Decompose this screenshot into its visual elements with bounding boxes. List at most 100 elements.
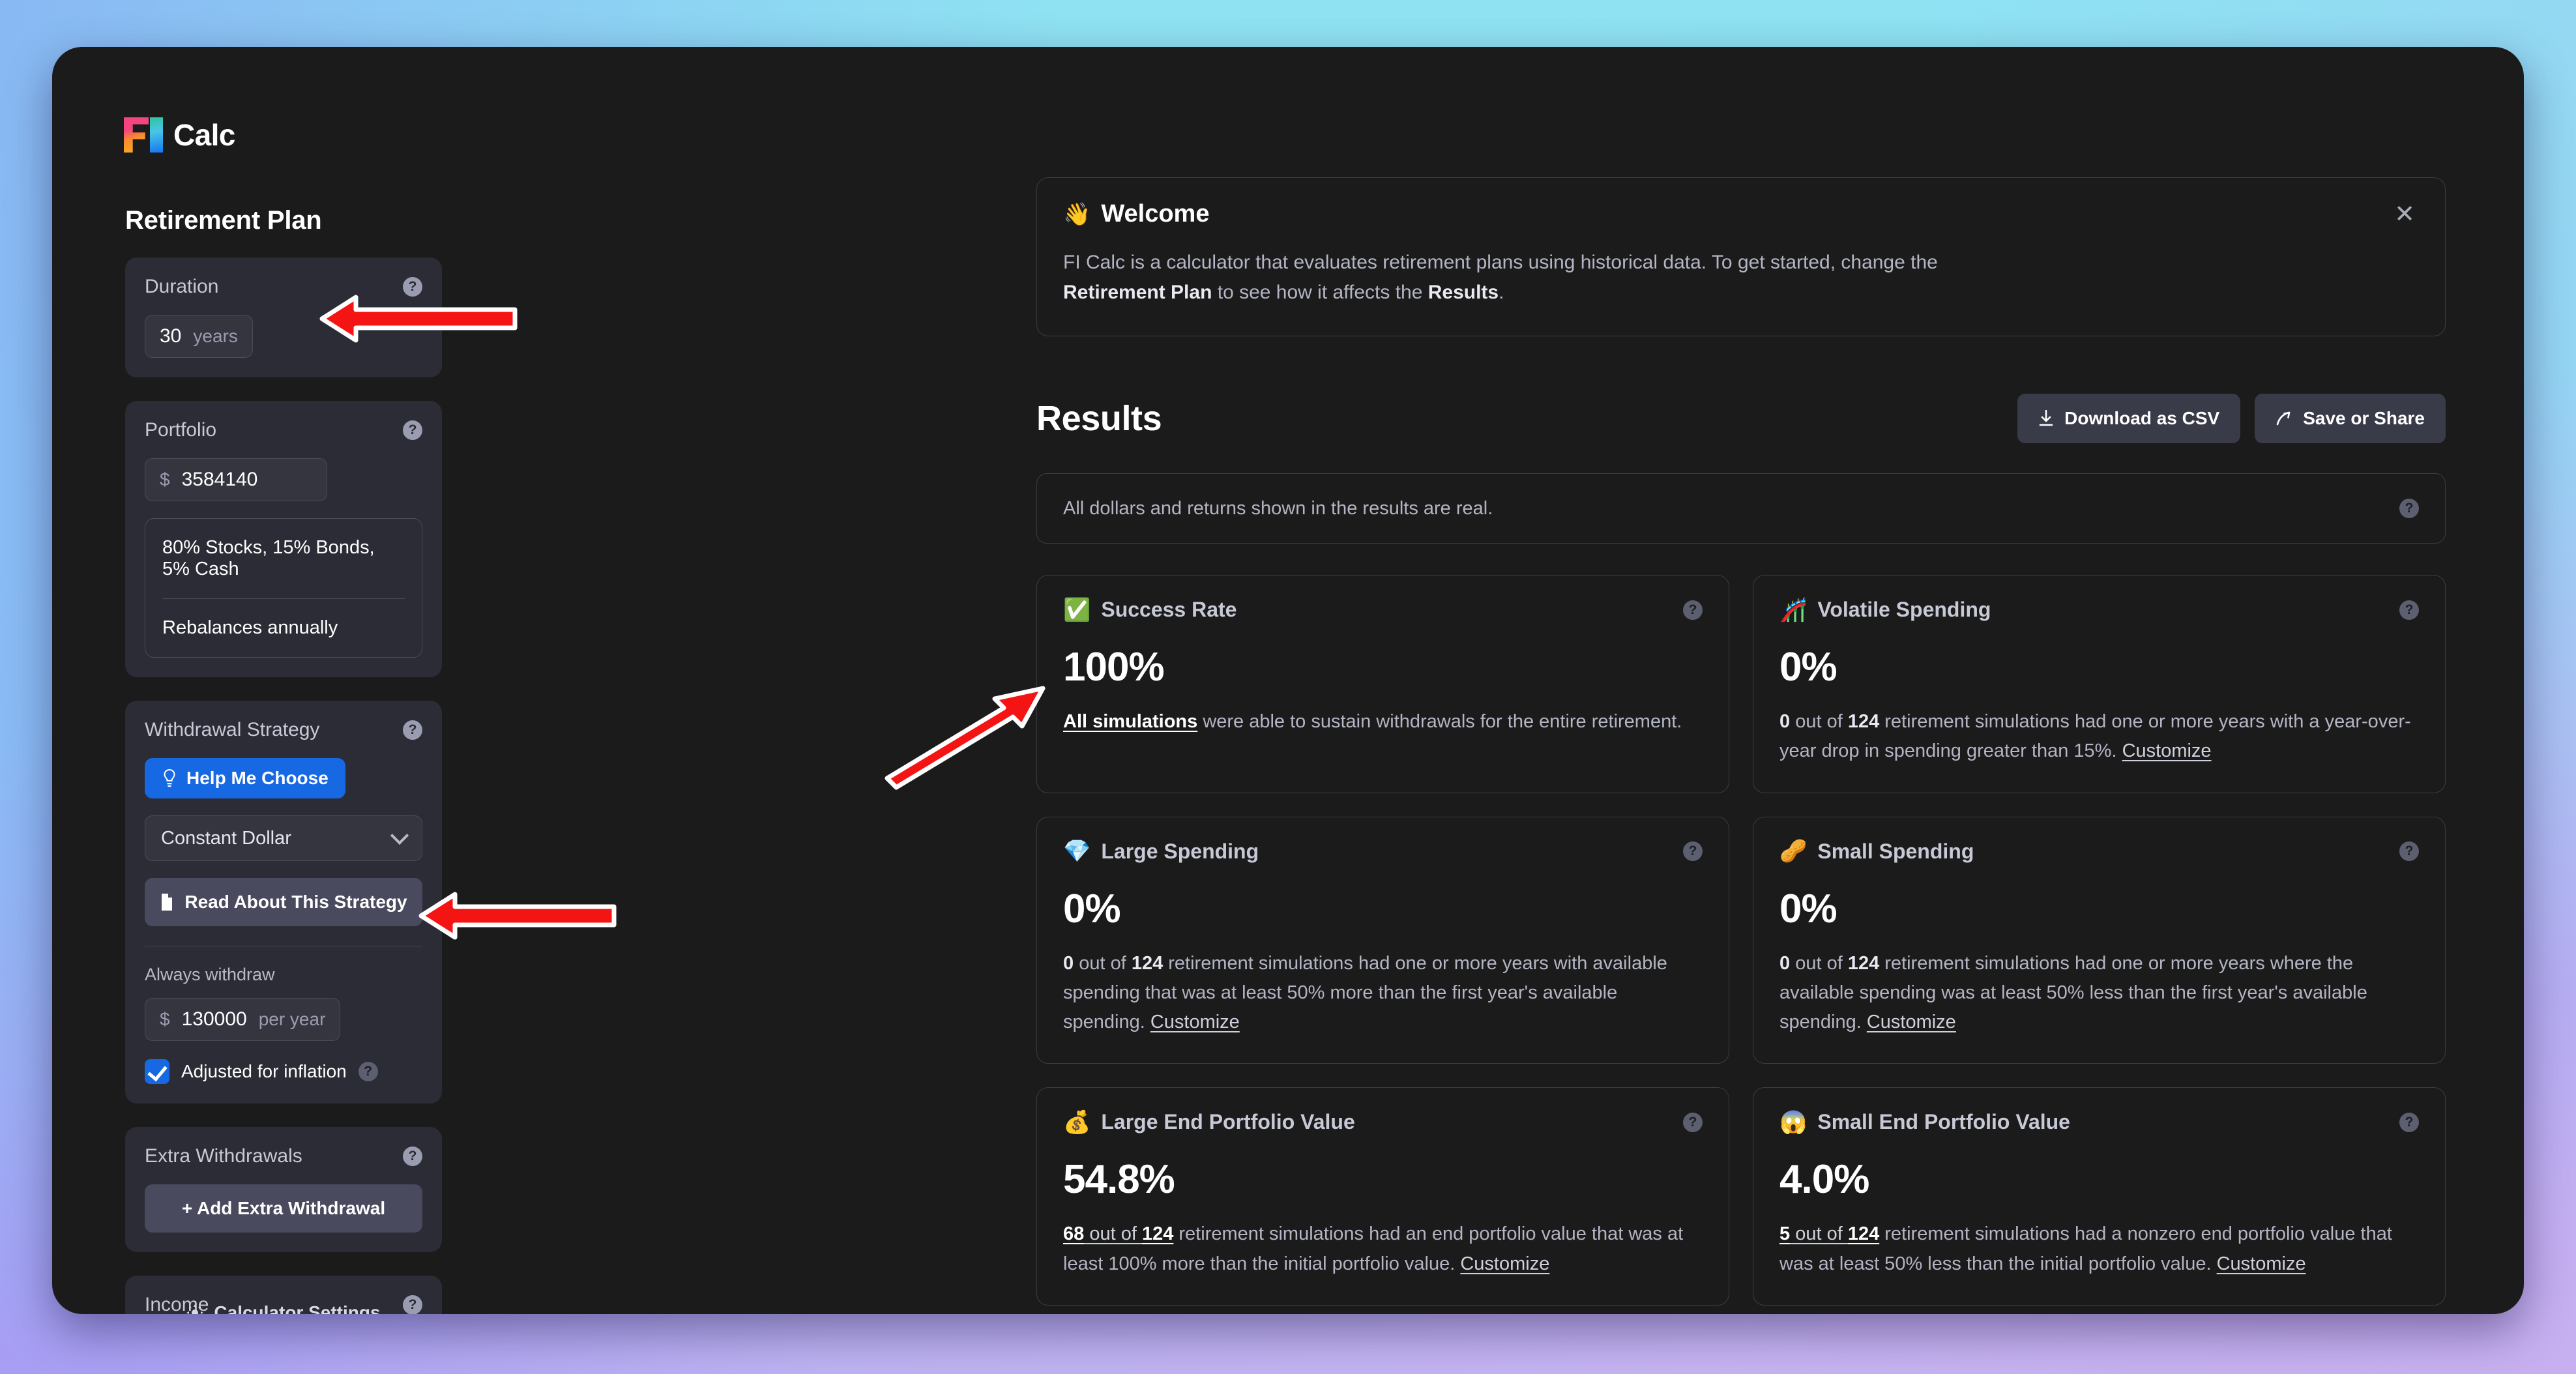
results-notice-text: All dollars and returns shown in the res… [1063, 497, 1493, 519]
success-rate-description: All simulations were able to sustain wit… [1063, 707, 1703, 737]
welcome-text-2: to see how it affects the [1212, 281, 1428, 303]
duration-card: Duration ? 30 years [125, 257, 442, 377]
withdrawal-amount-input[interactable]: $ 130000 per year [145, 998, 341, 1041]
extra-withdrawals-header: Extra Withdrawals ? [145, 1145, 422, 1167]
results-header: Results Download as CSV Save or Share [1036, 394, 2446, 444]
customize-link[interactable]: Customize [1150, 1012, 1240, 1032]
welcome-bold-results: Results [1427, 281, 1499, 303]
dollar-sign-icon: $ [160, 1009, 170, 1029]
customize-link[interactable]: Customize [2217, 1253, 2306, 1274]
welcome-bold-retirement-plan: Retirement Plan [1063, 281, 1212, 303]
welcome-text-1: FI Calc is a calculator that evaluates r… [1063, 252, 1938, 273]
app-logo[interactable]: Calc [124, 111, 235, 159]
welcome-title: Welcome [1101, 200, 1210, 227]
app-window: Calc Retirement Plan Duration ? 30 years… [52, 47, 2524, 1314]
small-end-total-link[interactable]: 124 [1848, 1223, 1879, 1244]
large-spending-description: 0 out of 124 retirement simulations had … [1063, 949, 1703, 1038]
stat-title-volatile-spending: Volatile Spending [1817, 598, 1991, 622]
inflation-adjust-row: Adjusted for inflation ? [145, 1059, 422, 1084]
portfolio-allocation-box[interactable]: 80% Stocks, 15% Bonds, 5% Cash Rebalance… [145, 518, 422, 658]
large-end-count-link[interactable]: 68 [1063, 1223, 1084, 1244]
logo-text: Calc [173, 118, 235, 152]
welcome-header: 👋 Welcome [1063, 200, 2419, 228]
welcome-banner: 👋 Welcome FI Calc is a calculator that e… [1036, 177, 2446, 337]
small-spending-mid: out of [1790, 952, 1848, 974]
stat-card-large-end-portfolio-value: 💰 Large End Portfolio Value ? 54.8% 68 o… [1036, 1087, 1729, 1306]
withdrawal-card-header: Withdrawal Strategy ? [145, 719, 422, 741]
large-end-portfolio-help-icon[interactable]: ? [1683, 1112, 1703, 1132]
results-actions: Download as CSV Save or Share [2017, 394, 2446, 444]
stat-header: ✅ Success Rate ? [1063, 598, 1703, 622]
small-end-mid: out of [1790, 1223, 1848, 1245]
save-or-share-button[interactable]: Save or Share [2255, 394, 2446, 444]
money-bag-icon: 💰 [1063, 1109, 1091, 1135]
read-about-strategy-label: Read About This Strategy [184, 892, 407, 912]
stat-title-large-spending: Large Spending [1101, 839, 1259, 863]
stat-card-small-end-portfolio-value: 😱 Small End Portfolio Value ? 4.0% 5 out… [1753, 1087, 2446, 1306]
welcome-text-3: . [1499, 281, 1504, 303]
extra-withdrawals-label: Extra Withdrawals [145, 1145, 302, 1167]
duration-unit: years [193, 326, 238, 346]
portfolio-amount-value: 3584140 [181, 469, 258, 490]
large-spending-value: 0% [1063, 886, 1121, 931]
small-end-portfolio-help-icon[interactable]: ? [2399, 1112, 2419, 1132]
stat-title-large-end-portfolio-value: Large End Portfolio Value [1101, 1110, 1355, 1134]
adjusted-for-inflation-label: Adjusted for inflation [181, 1061, 347, 1081]
portfolio-card: Portfolio ? $ 3584140 80% Stocks, 15% Bo… [125, 401, 442, 677]
stat-header: 🎢 Volatile Spending ? [1779, 598, 2419, 622]
small-spending-help-icon[interactable]: ? [2399, 841, 2419, 862]
portfolio-amount-input[interactable]: $ 3584140 [145, 458, 327, 501]
download-icon [2039, 410, 2053, 426]
withdrawal-label: Withdrawal Strategy [145, 719, 320, 740]
inflation-help-icon[interactable]: ? [358, 1062, 378, 1081]
add-extra-withdrawal-button[interactable]: + Add Extra Withdrawal [145, 1184, 422, 1233]
large-spending-help-icon[interactable]: ? [1683, 841, 1703, 862]
large-end-total-link[interactable]: 124 [1142, 1223, 1173, 1244]
lightbulb-icon [164, 769, 175, 787]
customize-link[interactable]: Customize [1867, 1012, 1956, 1032]
chevron-down-icon [390, 826, 409, 845]
portfolio-allocation-text: 80% Stocks, 15% Bonds, 5% Cash [162, 537, 375, 579]
customize-link[interactable]: Customize [2122, 740, 2212, 761]
portfolio-label: Portfolio [145, 419, 217, 441]
always-withdraw-label: Always withdraw [145, 965, 275, 984]
read-about-strategy-button[interactable]: Read About This Strategy [145, 878, 422, 926]
volatile-spending-help-icon[interactable]: ? [2399, 600, 2419, 620]
withdrawal-amount-value: 130000 [181, 1008, 247, 1030]
calculator-settings-button[interactable]: Calculator Settings [52, 1302, 515, 1314]
download-csv-button[interactable]: Download as CSV [2017, 394, 2241, 444]
all-simulations-link[interactable]: All simulations [1063, 711, 1197, 732]
portfolio-help-icon[interactable]: ? [403, 420, 422, 440]
customize-link[interactable]: Customize [1460, 1253, 1549, 1274]
strategy-select[interactable]: Constant Dollar [145, 815, 422, 861]
dollar-sign-icon: $ [160, 469, 170, 490]
small-spending-value: 0% [1779, 886, 1837, 931]
fi-logo-icon [124, 115, 164, 155]
small-end-count-link[interactable]: 5 [1779, 1223, 1790, 1244]
waving-hand-icon: 👋 [1063, 201, 1091, 227]
success-rate-help-icon[interactable]: ? [1683, 600, 1703, 620]
close-icon[interactable]: ✕ [2390, 201, 2419, 230]
roller-coaster-icon: 🎢 [1779, 597, 1808, 622]
results-notice-help-icon[interactable]: ? [2399, 499, 2419, 519]
duration-help-icon[interactable]: ? [403, 277, 422, 297]
adjusted-for-inflation-checkbox[interactable] [145, 1059, 169, 1084]
large-end-portfolio-description: 68 out of 124 retirement simulations had… [1063, 1220, 1703, 1278]
withdrawal-help-icon[interactable]: ? [403, 720, 422, 740]
save-or-share-label: Save or Share [2303, 408, 2425, 429]
retirement-plan-sidebar: Retirement Plan Duration ? 30 years Port… [52, 177, 515, 1314]
extra-withdrawals-help-icon[interactable]: ? [403, 1147, 422, 1166]
duration-value: 30 [160, 325, 182, 347]
large-spending-count: 0 [1063, 952, 1074, 974]
stat-title-small-spending: Small Spending [1817, 839, 1974, 863]
diamond-icon: 💎 [1063, 839, 1091, 864]
volatile-mid: out of [1790, 711, 1848, 733]
help-me-choose-button[interactable]: Help Me Choose [145, 758, 345, 798]
large-spending-mid: out of [1074, 952, 1132, 974]
success-rate-value: 100% [1063, 645, 1165, 690]
small-spending-count: 0 [1779, 952, 1791, 974]
volatile-spending-description: 0 out of 124 retirement simulations had … [1779, 707, 2419, 766]
duration-input[interactable]: 30 years [145, 315, 253, 358]
page-title: Retirement Plan [125, 206, 322, 235]
results-main-panel: 👋 Welcome FI Calc is a calculator that e… [1036, 177, 2446, 1314]
